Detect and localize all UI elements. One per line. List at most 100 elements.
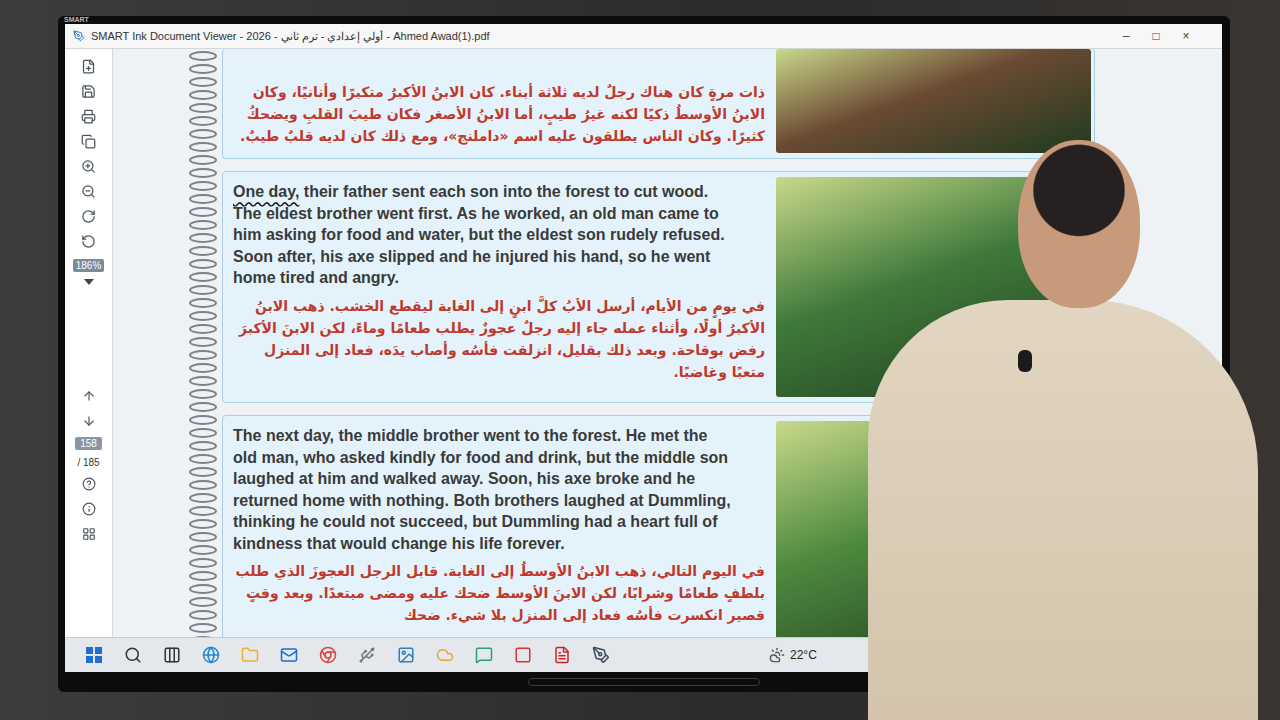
spiral-ring xyxy=(189,233,217,243)
tool-button[interactable] xyxy=(77,157,101,175)
english-paragraph: One day, their father sent each son into… xyxy=(233,181,733,289)
spiral-ring xyxy=(189,493,217,503)
spiral-ring xyxy=(189,51,217,61)
page-total: / 185 xyxy=(77,457,99,468)
spiral-ring xyxy=(189,311,217,321)
temperature: 22°C xyxy=(790,648,817,662)
presenter-head xyxy=(1018,140,1140,308)
previous-page-button[interactable] xyxy=(77,387,101,405)
arabic-paragraph: في اليوم التالي، ذهب الابنُ الأوسطُ إلى … xyxy=(233,560,765,626)
tool-icon xyxy=(81,184,96,199)
spiral-ring xyxy=(189,532,217,542)
window-controls: –□× xyxy=(1112,29,1214,43)
taskbar-app[interactable] xyxy=(161,644,183,666)
info-icon xyxy=(82,502,96,516)
spiral-ring xyxy=(189,402,217,412)
taskbar-app[interactable] xyxy=(122,644,144,666)
taskbar-app[interactable] xyxy=(434,644,456,666)
window-control-button[interactable]: □ xyxy=(1142,29,1170,43)
spiral-ring xyxy=(189,64,217,74)
spiral-ring xyxy=(189,337,217,347)
spiral-ring xyxy=(189,168,217,178)
spiral-ring xyxy=(189,597,217,607)
spiral-ring xyxy=(189,610,217,620)
tool-button[interactable] xyxy=(77,107,101,125)
spiral-ring xyxy=(189,207,217,217)
spiral-ring xyxy=(189,350,217,360)
spiral-ring xyxy=(189,272,217,282)
story-text: One day, their father sent each son into… xyxy=(223,177,771,397)
arabic-paragraph: في يومٍ من الأيام، أرسل الأبُ كلَّ ابنٍ … xyxy=(233,295,765,383)
underlined-text: One day, xyxy=(233,183,299,200)
story-illustration xyxy=(776,49,1091,153)
weather-icon xyxy=(769,647,785,663)
spiral-ring xyxy=(189,220,217,230)
tool-button[interactable] xyxy=(77,232,101,250)
taskbar-app[interactable] xyxy=(356,644,378,666)
spiral-ring xyxy=(189,129,217,139)
title-bar: SMART Ink Document Viewer - 2026 - أولي … xyxy=(65,24,1222,49)
spiral-ring xyxy=(189,545,217,555)
tool-icon xyxy=(81,109,96,124)
tool-icon xyxy=(81,234,96,249)
arrow-up-icon xyxy=(82,389,96,403)
taskbar-app[interactable] xyxy=(278,644,300,666)
tool-button[interactable] xyxy=(77,132,101,150)
spiral-ring xyxy=(189,181,217,191)
spiral-ring xyxy=(189,155,217,165)
page-number[interactable]: 158 xyxy=(75,437,102,450)
edge-icon xyxy=(202,646,220,664)
taskbar-app[interactable] xyxy=(590,644,612,666)
zoom-level[interactable]: 186% xyxy=(73,259,105,272)
next-page-button[interactable] xyxy=(77,412,101,430)
arrow-down-icon xyxy=(82,414,96,428)
tool-button[interactable] xyxy=(77,182,101,200)
tool-button[interactable] xyxy=(77,207,101,225)
presenter-sweater xyxy=(868,300,1258,720)
zoom-dropdown-icon[interactable] xyxy=(84,279,94,285)
taskbar-app[interactable] xyxy=(200,644,222,666)
grid-button[interactable] xyxy=(77,525,101,543)
tool-icon xyxy=(81,59,96,74)
brand-label: SMART xyxy=(64,15,89,24)
spiral-ring xyxy=(189,467,217,477)
taskbar-app[interactable] xyxy=(395,644,417,666)
presenter-photo xyxy=(868,140,1258,720)
help-icon xyxy=(82,477,96,491)
grid-icon xyxy=(82,527,96,541)
tool-button[interactable] xyxy=(77,82,101,100)
photo-frame: SMARTSMART Ink Document Viewer - 2026 - … xyxy=(0,0,1280,720)
speaker-grille xyxy=(528,678,760,686)
taskbar-app[interactable] xyxy=(317,644,339,666)
spiral-binding xyxy=(188,49,218,637)
spiral-ring xyxy=(189,103,217,113)
taskbar-app[interactable] xyxy=(473,644,495,666)
spiral-ring xyxy=(189,298,217,308)
tool-button[interactable] xyxy=(77,57,101,75)
tool-sidebar: 186% 158 / 185 xyxy=(65,49,113,637)
window-control-button[interactable]: – xyxy=(1112,29,1140,43)
paint-icon xyxy=(397,646,415,664)
info-button[interactable] xyxy=(77,500,101,518)
microphone-icon xyxy=(1018,350,1032,372)
spiral-ring xyxy=(189,454,217,464)
taskbar-app[interactable] xyxy=(551,644,573,666)
spiral-ring xyxy=(189,116,217,126)
spiral-ring xyxy=(189,246,217,256)
spiral-ring xyxy=(189,324,217,334)
taskbar-app[interactable] xyxy=(239,644,261,666)
start-button[interactable] xyxy=(83,644,105,666)
taskbar-app[interactable] xyxy=(512,644,534,666)
spiral-ring xyxy=(189,376,217,386)
tool-icon xyxy=(81,84,96,99)
spiral-ring xyxy=(189,90,217,100)
spiral-ring xyxy=(189,194,217,204)
window-control-button[interactable]: × xyxy=(1172,29,1200,43)
help-button[interactable] xyxy=(77,475,101,493)
smart-ink-icon xyxy=(592,646,610,664)
spiral-ring xyxy=(189,259,217,269)
spiral-ring xyxy=(189,142,217,152)
pdf-icon xyxy=(553,646,571,664)
weather[interactable]: 22°C xyxy=(769,647,817,663)
spiral-ring xyxy=(189,77,217,87)
